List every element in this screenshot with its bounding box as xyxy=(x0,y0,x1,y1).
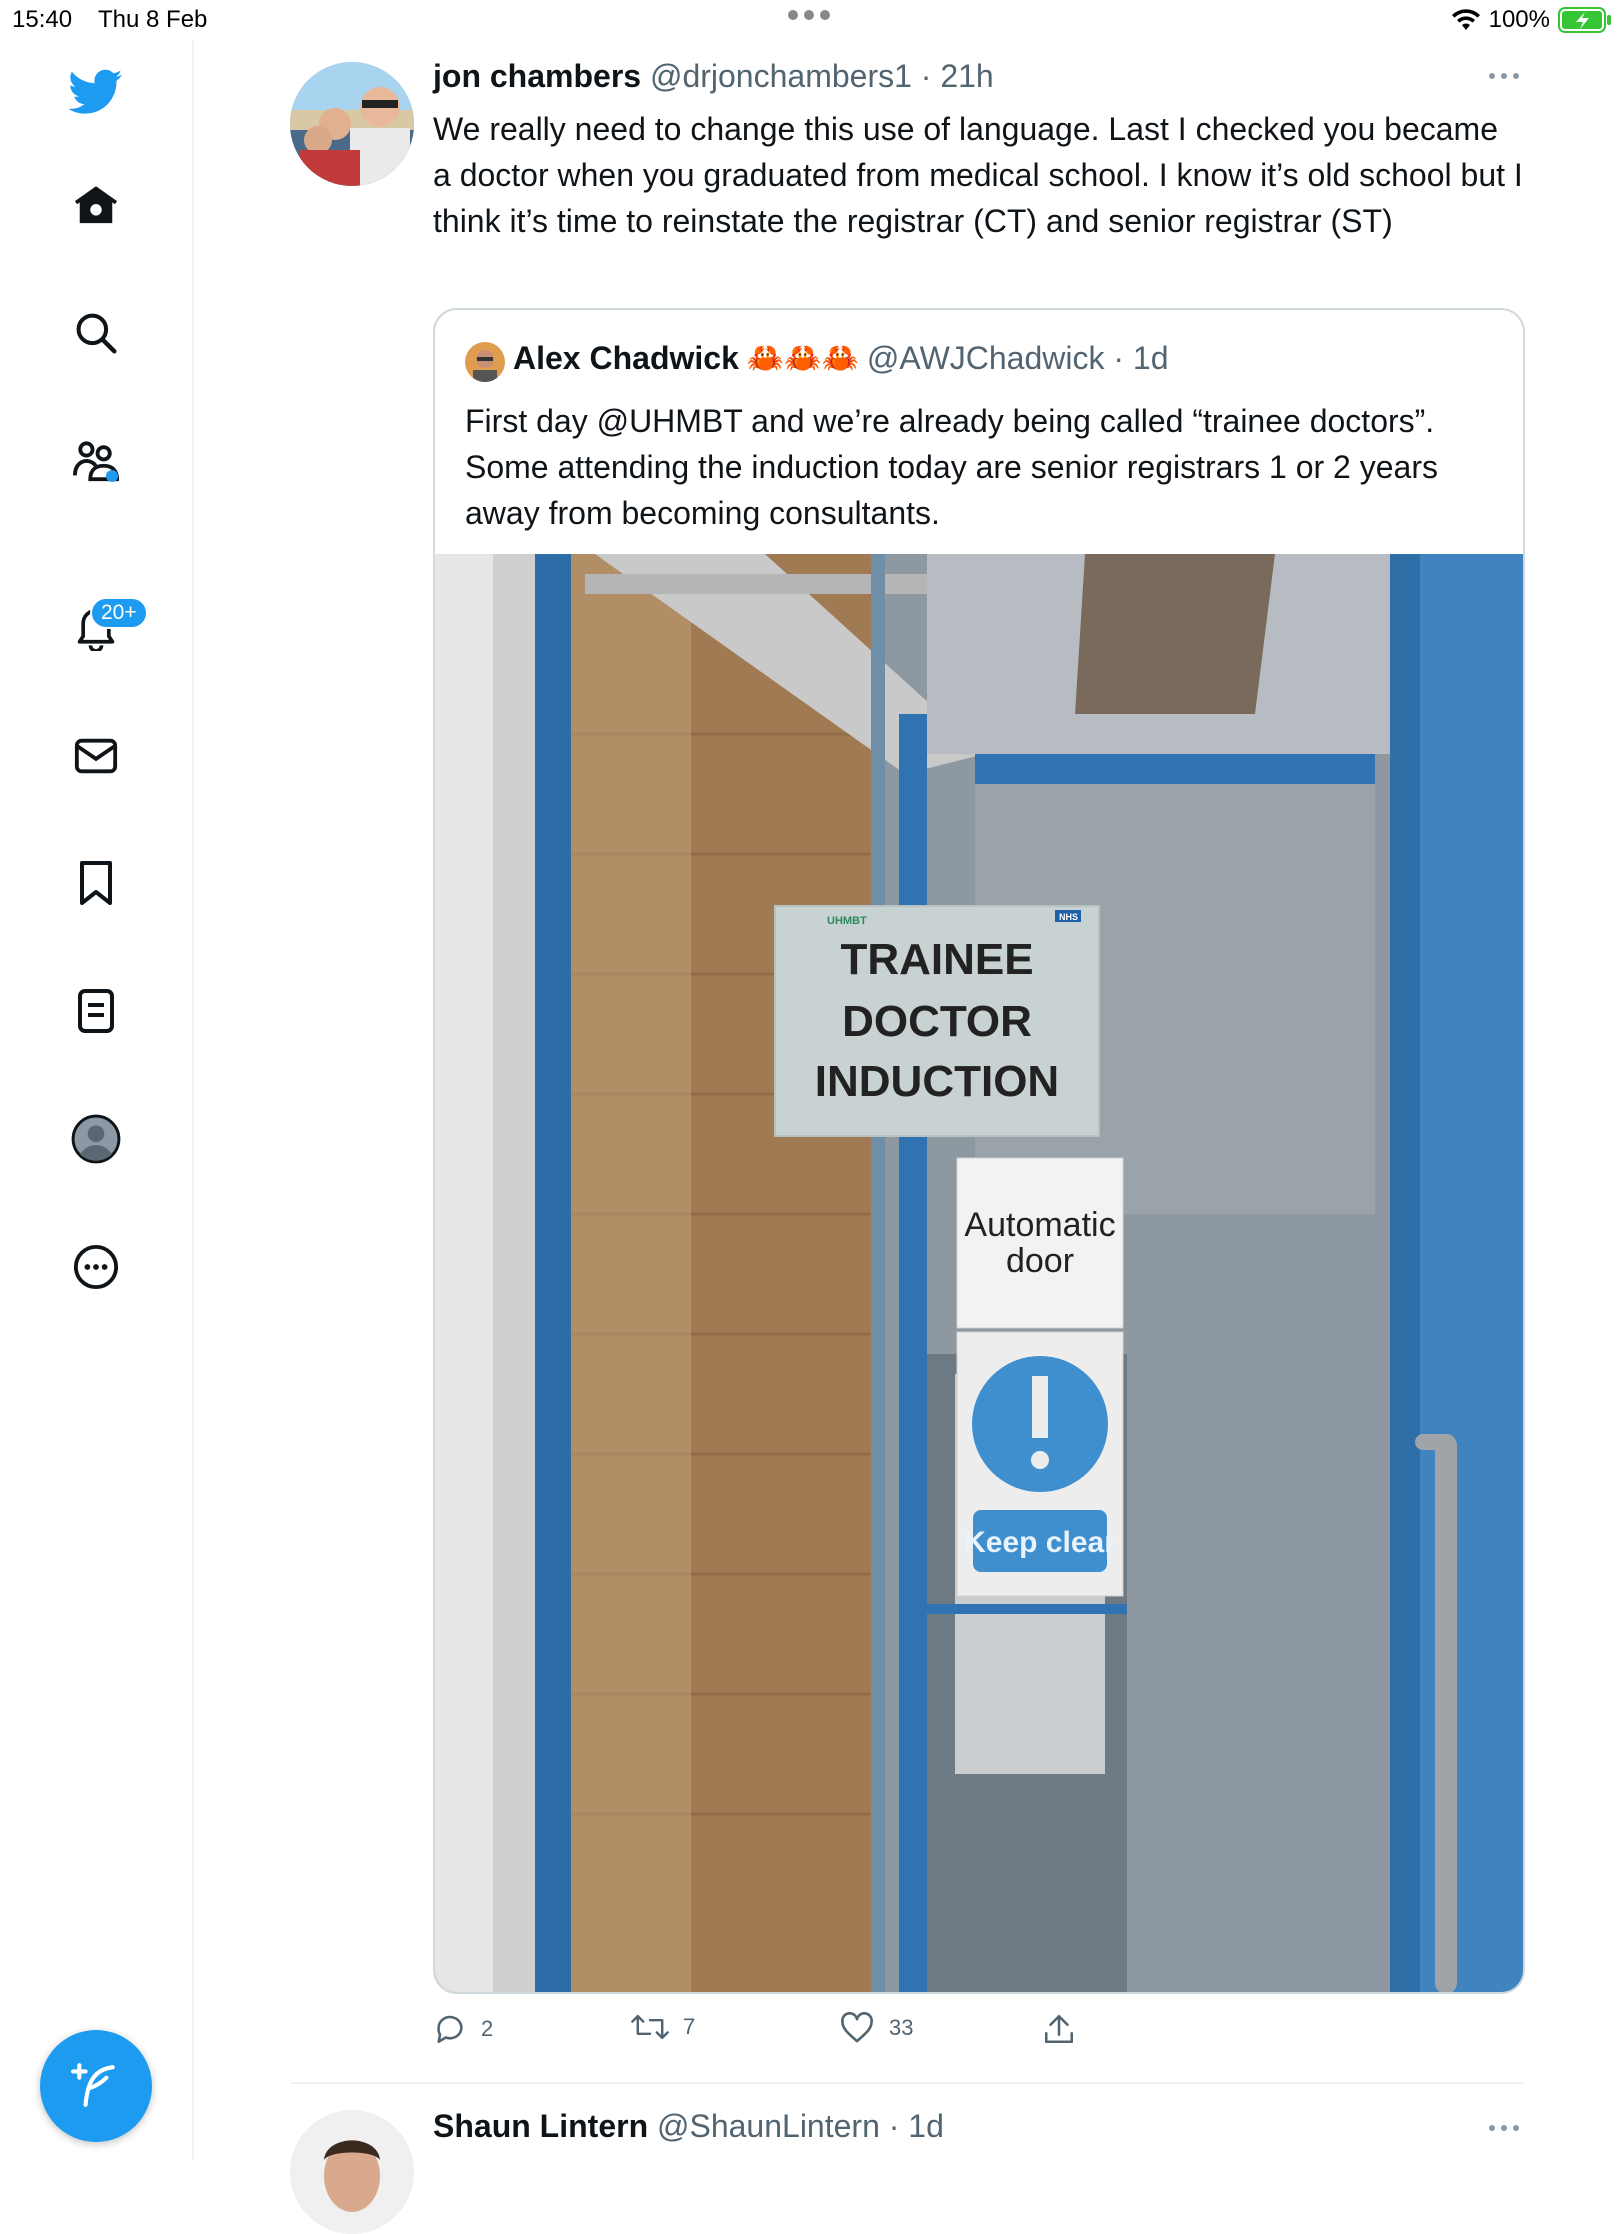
sign-line-1: TRAINEE xyxy=(840,935,1033,984)
status-bar: 15:40 Thu 8 Feb 100% xyxy=(0,0,1620,40)
tweet-divider xyxy=(290,2082,1523,2084)
multitasking-dots-icon[interactable] xyxy=(788,10,832,24)
next-separator-dot: · xyxy=(879,2108,909,2144)
quote-time[interactable]: 1d xyxy=(1133,340,1169,376)
next-tweet-time[interactable]: 1d xyxy=(908,2108,944,2144)
keep-clear-text: Keep clear xyxy=(964,1526,1116,1559)
heart-icon xyxy=(841,2012,873,2043)
status-time: 15:40 xyxy=(12,6,73,33)
bookmarks-icon[interactable] xyxy=(68,855,124,911)
reply-button[interactable]: 2 xyxy=(433,2012,493,2046)
lists-icon[interactable] xyxy=(68,983,124,1039)
share-icon xyxy=(1044,2014,1074,2044)
home-icon[interactable] xyxy=(68,177,124,233)
door-sign-line-2: door xyxy=(1006,1242,1074,1280)
crab-emoji: 🦀🦀🦀 xyxy=(746,341,859,375)
retweet-button[interactable]: 7 xyxy=(631,2012,695,2042)
share-button[interactable] xyxy=(1043,2012,1075,2046)
separator-dot: · xyxy=(911,58,941,94)
quote-photo[interactable]: UHMBT NHS TRAINEE DOCTOR INDUCTION Autom… xyxy=(435,554,1523,1992)
quoted-tweet[interactable]: Alex Chadwick 🦀🦀🦀 @AWJChadwick · 1d Firs… xyxy=(433,308,1525,1994)
compose-button[interactable] xyxy=(40,2030,152,2142)
tweet-actions: 2 7 33 xyxy=(433,2012,1533,2052)
search-icon[interactable] xyxy=(68,305,124,361)
more-circle-icon[interactable] xyxy=(68,1239,124,1295)
sign-nhs: NHS xyxy=(1059,912,1078,922)
avatar[interactable] xyxy=(290,62,414,186)
door-sign-line-1: Automatic xyxy=(964,1206,1115,1244)
like-count: 33 xyxy=(889,2015,914,2040)
quote-text: First day @UHMBT and we’re already being… xyxy=(465,403,1438,531)
quote-author-name[interactable]: Alex Chadwick xyxy=(513,340,739,377)
reply-count: 2 xyxy=(481,2016,494,2041)
wifi-icon xyxy=(1451,9,1480,30)
retweet-icon xyxy=(631,2014,669,2040)
battery-percent: 100% xyxy=(1488,6,1550,33)
messages-icon[interactable] xyxy=(68,728,124,784)
compose-icon xyxy=(71,2063,115,2107)
next-tweet-more-icon[interactable] xyxy=(1486,2118,1522,2138)
sign-line-2: DOCTOR xyxy=(842,997,1032,1046)
like-button[interactable]: 33 xyxy=(839,2012,913,2044)
tweet-text: We really need to change this use of lan… xyxy=(433,111,1523,239)
battery-charging-icon xyxy=(1558,7,1611,33)
communities-dot-badge xyxy=(106,470,118,482)
author-name[interactable]: jon chambers xyxy=(433,58,641,94)
sidebar: 20+ xyxy=(0,40,194,2160)
sign-line-3: INDUCTION xyxy=(815,1057,1059,1106)
quote-separator-dot: · xyxy=(1104,340,1133,376)
tweet-header: jon chambers @drjonchambers1 · 21h xyxy=(433,58,994,95)
next-author-name[interactable]: Shaun Lintern xyxy=(433,2108,648,2144)
retweet-count: 7 xyxy=(683,2014,696,2039)
quote-avatar[interactable] xyxy=(465,342,505,382)
author-handle[interactable]: @drjonchambers1 xyxy=(650,58,912,94)
quote-header: Alex Chadwick 🦀🦀🦀 @AWJChadwick · 1d xyxy=(513,340,1169,377)
tweet-time[interactable]: 21h xyxy=(940,58,993,94)
quote-author-handle[interactable]: @AWJChadwick xyxy=(867,340,1105,376)
profile-icon[interactable] xyxy=(68,1111,124,1167)
tweet-more-icon[interactable] xyxy=(1486,66,1522,86)
status-date: Thu 8 Feb xyxy=(98,6,208,33)
notifications-badge: 20+ xyxy=(90,597,148,629)
reply-icon xyxy=(437,2015,463,2044)
next-tweet-header: Shaun Lintern @ShaunLintern · 1d xyxy=(433,2108,944,2145)
next-author-handle[interactable]: @ShaunLintern xyxy=(657,2108,880,2144)
sign-logo: UHMBT xyxy=(827,915,867,927)
next-tweet-avatar[interactable] xyxy=(290,2110,414,2234)
twitter-logo-icon[interactable] xyxy=(68,64,124,120)
